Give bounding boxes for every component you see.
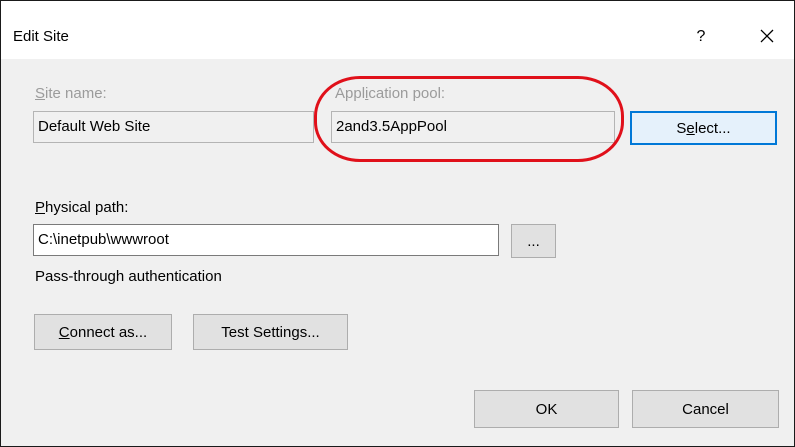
close-button[interactable] xyxy=(755,25,779,49)
physical-path-label: Physical path: xyxy=(35,199,129,216)
dialog-title: Edit Site xyxy=(13,28,69,45)
help-button[interactable]: ? xyxy=(689,25,713,49)
close-icon xyxy=(760,29,774,43)
ok-button[interactable]: OK xyxy=(474,390,619,428)
application-pool-field[interactable]: 2and3.5AppPool xyxy=(331,111,615,143)
test-settings-button[interactable]: Test Settings... xyxy=(193,314,348,350)
site-name-label: Site name: xyxy=(35,85,107,102)
pass-through-authentication-text: Pass-through authentication xyxy=(35,268,222,285)
site-name-field[interactable]: Default Web Site xyxy=(33,111,314,143)
select-button[interactable]: Select... xyxy=(630,111,777,145)
cancel-button[interactable]: Cancel xyxy=(632,390,779,428)
application-pool-label: Application pool: xyxy=(335,85,446,102)
physical-path-input[interactable]: C:\inetpub\wwwroot xyxy=(33,224,499,256)
connect-as-button[interactable]: Connect as... xyxy=(34,314,172,350)
edit-site-dialog: Edit Site ? Site name: Default Web Site … xyxy=(0,0,795,447)
title-bar: Edit Site ? xyxy=(1,1,794,59)
browse-button[interactable]: ... xyxy=(511,224,556,258)
